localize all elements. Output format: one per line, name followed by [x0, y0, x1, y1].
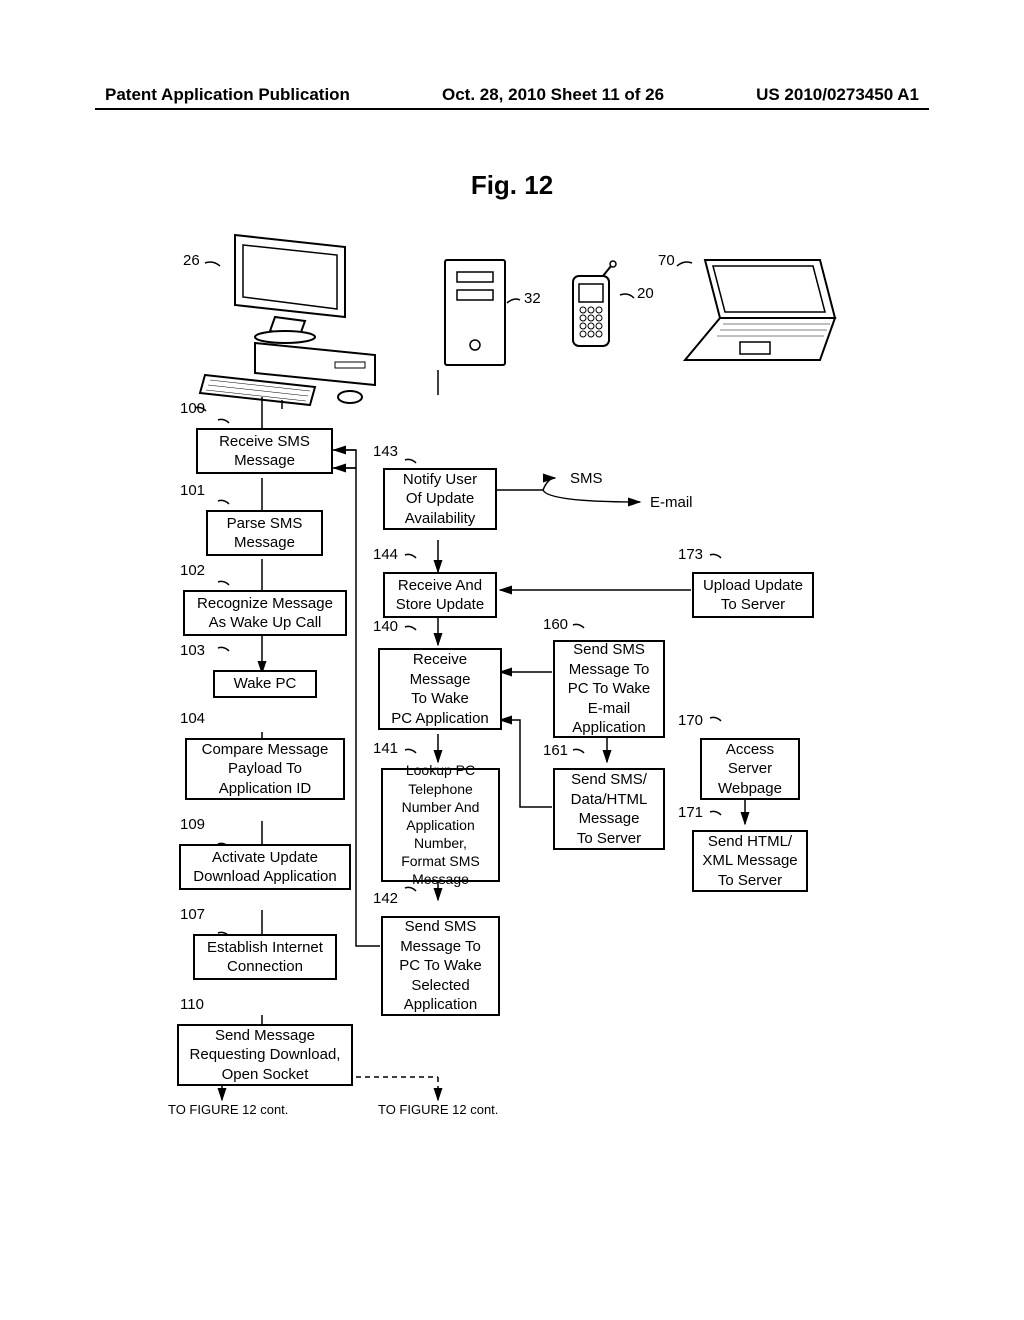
- ref-109: 109: [180, 816, 205, 833]
- server-tower-icon: [445, 260, 505, 365]
- ref-140: 140: [373, 618, 398, 635]
- mobile-phone-icon: [573, 261, 616, 346]
- ref-161: 161: [543, 742, 568, 759]
- box-173: Upload UpdateTo Server: [692, 572, 814, 618]
- box-161: Send SMS/Data/HTMLMessageTo Server: [553, 768, 665, 850]
- box-102: Recognize MessageAs Wake Up Call: [183, 590, 347, 636]
- ref-103: 103: [180, 642, 205, 659]
- ref-141: 141: [373, 740, 398, 757]
- box-142: Send SMSMessage ToPC To WakeSelectedAppl…: [381, 916, 500, 1016]
- ref-70: 70: [658, 252, 675, 269]
- box-110: Send MessageRequesting Download,Open Soc…: [177, 1024, 353, 1086]
- ref-170: 170: [678, 712, 703, 729]
- box-170: AccessServerWebpage: [700, 738, 800, 800]
- ref-104: 104: [180, 710, 205, 727]
- box-144: Receive AndStore Update: [383, 572, 497, 618]
- ref-26: 26: [183, 252, 200, 269]
- ref-101: 101: [180, 482, 205, 499]
- box-141: Lookup PCTelephoneNumber AndApplication …: [381, 768, 500, 882]
- label-sms: SMS: [570, 470, 603, 487]
- box-143: Notify UserOf UpdateAvailability: [383, 468, 497, 530]
- box-103: Wake PC: [213, 670, 317, 698]
- box-100: Receive SMSMessage: [196, 428, 333, 474]
- box-101: Parse SMSMessage: [206, 510, 323, 556]
- box-160: Send SMSMessage ToPC To WakeE-mailApplic…: [553, 640, 665, 738]
- ref-142: 142: [373, 890, 398, 907]
- ref-143: 143: [373, 443, 398, 460]
- desktop-pc-icon: [200, 235, 375, 405]
- ref-107: 107: [180, 906, 205, 923]
- ref-173: 173: [678, 546, 703, 563]
- ref-171: 171: [678, 804, 703, 821]
- ref-100: 100: [180, 400, 205, 417]
- ref-160: 160: [543, 616, 568, 633]
- box-171: Send HTML/XML MessageTo Server: [692, 830, 808, 892]
- box-104: Compare MessagePayload ToApplication ID: [185, 738, 345, 800]
- box-107: Establish InternetConnection: [193, 934, 337, 980]
- ref-144: 144: [373, 546, 398, 563]
- laptop-icon: [685, 260, 835, 360]
- footer-continuation-2: TO FIGURE 12 cont.: [378, 1102, 498, 1117]
- diagram-canvas: [0, 0, 1024, 1320]
- box-109: Activate UpdateDownload Application: [179, 844, 351, 890]
- box-140: ReceiveMessageTo WakePC Application: [378, 648, 502, 730]
- ref-20: 20: [637, 285, 654, 302]
- ref-110: 110: [180, 996, 204, 1013]
- ref-32: 32: [524, 290, 541, 307]
- footer-continuation-1: TO FIGURE 12 cont.: [168, 1102, 288, 1117]
- label-email: E-mail: [650, 494, 693, 511]
- ref-102: 102: [180, 562, 205, 579]
